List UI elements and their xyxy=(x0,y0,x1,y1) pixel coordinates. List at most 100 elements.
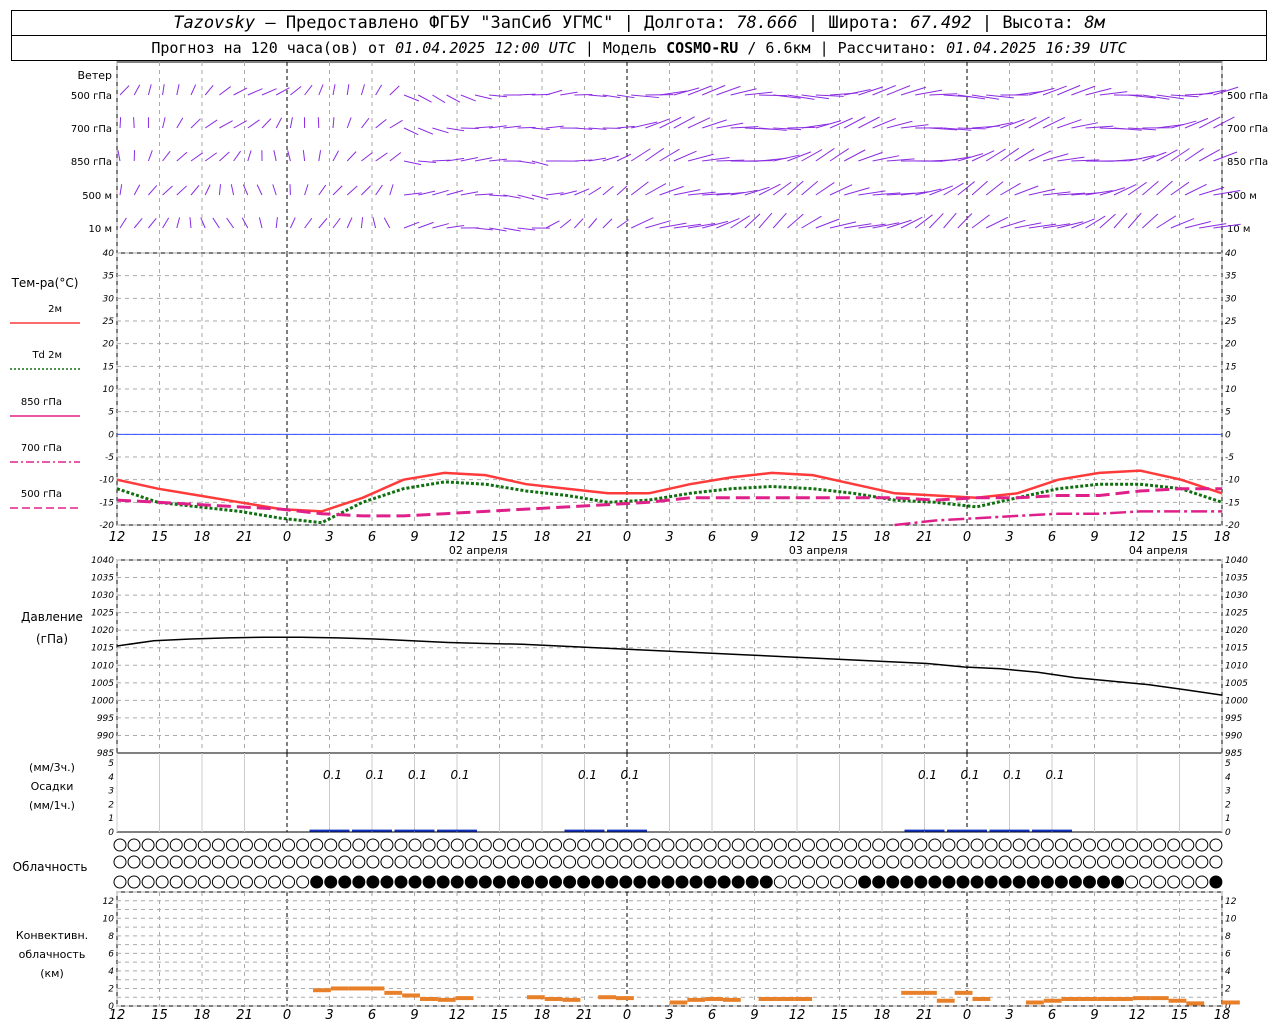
cloud-fill xyxy=(732,876,745,888)
cloud-fill xyxy=(619,876,632,888)
cloud-circle xyxy=(1111,838,1125,852)
wind-barb xyxy=(403,94,420,102)
cloud-circle xyxy=(816,855,829,869)
cloud-circle xyxy=(338,855,352,869)
cloud-circle xyxy=(520,855,534,869)
x-tick-label: 18 xyxy=(194,1008,211,1023)
wind-barb xyxy=(275,217,278,229)
y-tick-label: 15 xyxy=(1225,362,1237,372)
cloud-circle xyxy=(844,875,858,889)
y-tick-label: 990 xyxy=(97,731,114,741)
x-tick-label: 15 xyxy=(491,530,508,545)
cloud-circle xyxy=(886,855,900,869)
cloud-circle xyxy=(1054,855,1068,869)
cloud-circle xyxy=(970,855,984,869)
wind-barb xyxy=(304,217,313,229)
wind-barb xyxy=(190,185,200,196)
conv-bar xyxy=(972,996,991,1001)
x-tick-label: 3 xyxy=(1005,530,1013,545)
wind-barb xyxy=(332,150,339,162)
wind-barb xyxy=(119,117,122,129)
wind-barb xyxy=(332,84,336,96)
cloud-circle xyxy=(492,855,506,869)
conv-tick-label: 2 xyxy=(108,984,114,994)
cloud-fill xyxy=(872,876,885,888)
cloud-circle xyxy=(956,838,970,852)
wind-barb xyxy=(1142,151,1167,162)
conv-tick-label: 6 xyxy=(108,949,114,959)
cloud-circle xyxy=(380,838,394,852)
wind-barb xyxy=(189,217,192,229)
x-tick-label: 0 xyxy=(283,530,291,545)
cloud-fill xyxy=(914,876,927,888)
cloud-fill xyxy=(549,876,562,888)
conv-tick-label: 12 xyxy=(1225,897,1237,907)
wind-barb xyxy=(474,94,492,100)
cloud-circle xyxy=(1209,838,1223,852)
cloud-fill xyxy=(409,876,422,888)
wind-barb xyxy=(332,185,343,196)
cloud-fill xyxy=(1041,876,1054,888)
wind-barb xyxy=(226,217,235,229)
wind-barb xyxy=(346,151,357,162)
x-tick-label: 3 xyxy=(325,530,333,545)
cloud-circle xyxy=(450,855,464,869)
cloud-circle xyxy=(900,838,914,852)
cloud-circle xyxy=(970,838,984,852)
cloud-circle xyxy=(127,838,141,852)
wind-barb xyxy=(219,120,233,129)
x-tick-label: 21 xyxy=(916,530,933,545)
wind-barb xyxy=(318,184,327,196)
cloud-circle xyxy=(801,855,815,869)
cloud-circle xyxy=(268,838,282,852)
cloud-circle xyxy=(1167,855,1181,869)
precip-tick-label: 4 xyxy=(1225,773,1231,783)
wind-barb xyxy=(574,218,584,229)
wind-barb xyxy=(247,150,252,162)
cloud-circle xyxy=(563,838,577,852)
conv-bar xyxy=(1115,996,1133,1001)
cloud-circle xyxy=(352,855,366,869)
conv-bar xyxy=(901,990,920,995)
cloud-circle xyxy=(928,838,942,852)
wind-barb xyxy=(1142,213,1159,229)
cloud-fill xyxy=(633,876,646,888)
wind-barb xyxy=(1085,125,1114,129)
wind-barb xyxy=(360,217,364,229)
wind-barb xyxy=(148,185,158,196)
wind-barb xyxy=(304,84,313,96)
wind-barb xyxy=(162,185,173,196)
cloud-circle xyxy=(675,838,689,852)
cloud-circle xyxy=(858,838,872,852)
cloud-circle xyxy=(1195,855,1209,869)
wind-barb xyxy=(559,218,572,229)
cloud-fill xyxy=(690,876,703,888)
conv-tick-label: 10 xyxy=(103,914,115,924)
wind-barb xyxy=(233,150,242,162)
cloud-circle xyxy=(872,838,886,852)
x-tick-label: 0 xyxy=(623,530,631,545)
cloud-fill xyxy=(1027,876,1040,888)
y-tick-label: 1020 xyxy=(91,626,114,636)
cloud-circle xyxy=(830,875,844,889)
conv-tick-label: 4 xyxy=(1225,967,1231,977)
wind-barb xyxy=(119,85,130,96)
cloud-fill xyxy=(928,876,941,888)
cloud-circle xyxy=(239,838,253,852)
y-tick-label: 10 xyxy=(103,385,115,395)
y-tick-label: 995 xyxy=(1225,714,1242,724)
cloud-circle xyxy=(773,838,787,852)
wind-barb xyxy=(1099,213,1116,229)
precip-tick-label: 1 xyxy=(108,814,114,824)
cloud-circle xyxy=(535,838,548,852)
precip-bar xyxy=(352,829,392,832)
wind-barb xyxy=(446,94,461,103)
wind-barb xyxy=(602,185,614,196)
precip-data-label: 0.1 xyxy=(365,768,384,782)
wind-barb xyxy=(787,126,816,129)
y-tick-label: 30 xyxy=(103,294,115,304)
wind-barb xyxy=(304,184,309,196)
x-tick-label: 18 xyxy=(194,530,211,545)
cloud-circle xyxy=(197,875,211,889)
wind-barb xyxy=(631,94,659,99)
